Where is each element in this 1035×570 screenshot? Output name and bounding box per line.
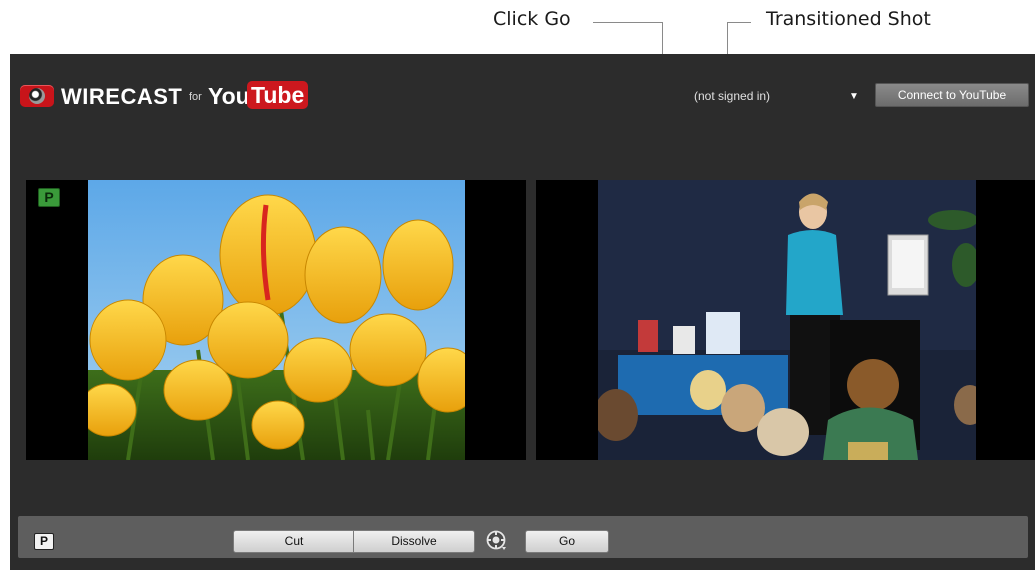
tulip-preview-image [88, 180, 465, 460]
callout-click-go: Click Go [493, 8, 571, 30]
callout-click-go-horizontal-line [593, 22, 663, 23]
cut-button[interactable]: Cut [233, 530, 355, 553]
brand-tube: Tube [247, 81, 309, 109]
preview-toggle-badge[interactable]: P [34, 533, 54, 550]
transition-bar [18, 516, 1028, 558]
wirecast-window: WIRECAST for You Tube (not signed in) ▼ … [10, 54, 1035, 570]
go-button[interactable]: Go [525, 530, 609, 553]
brand-you: You [208, 83, 250, 109]
callout-transitioned-shot-horizontal-line [727, 22, 751, 23]
preview-badge: P [38, 188, 60, 207]
brand-for: for [189, 91, 202, 103]
live-output-monitor [536, 180, 1035, 460]
callout-transitioned-shot: Transitioned Shot [766, 8, 931, 30]
connect-to-youtube-button[interactable]: Connect to YouTube [875, 83, 1029, 107]
dropdown-arrow-icon[interactable]: ▼ [849, 91, 859, 102]
transition-speed-icon[interactable] [486, 530, 507, 551]
brand-wirecast: WIRECAST [61, 84, 183, 109]
preview-monitor: P [26, 180, 526, 460]
camera-lens-icon [20, 85, 54, 107]
signin-status[interactable]: (not signed in) [694, 89, 770, 103]
dissolve-button[interactable]: Dissolve [353, 530, 475, 553]
presenter-live-image [598, 180, 976, 460]
